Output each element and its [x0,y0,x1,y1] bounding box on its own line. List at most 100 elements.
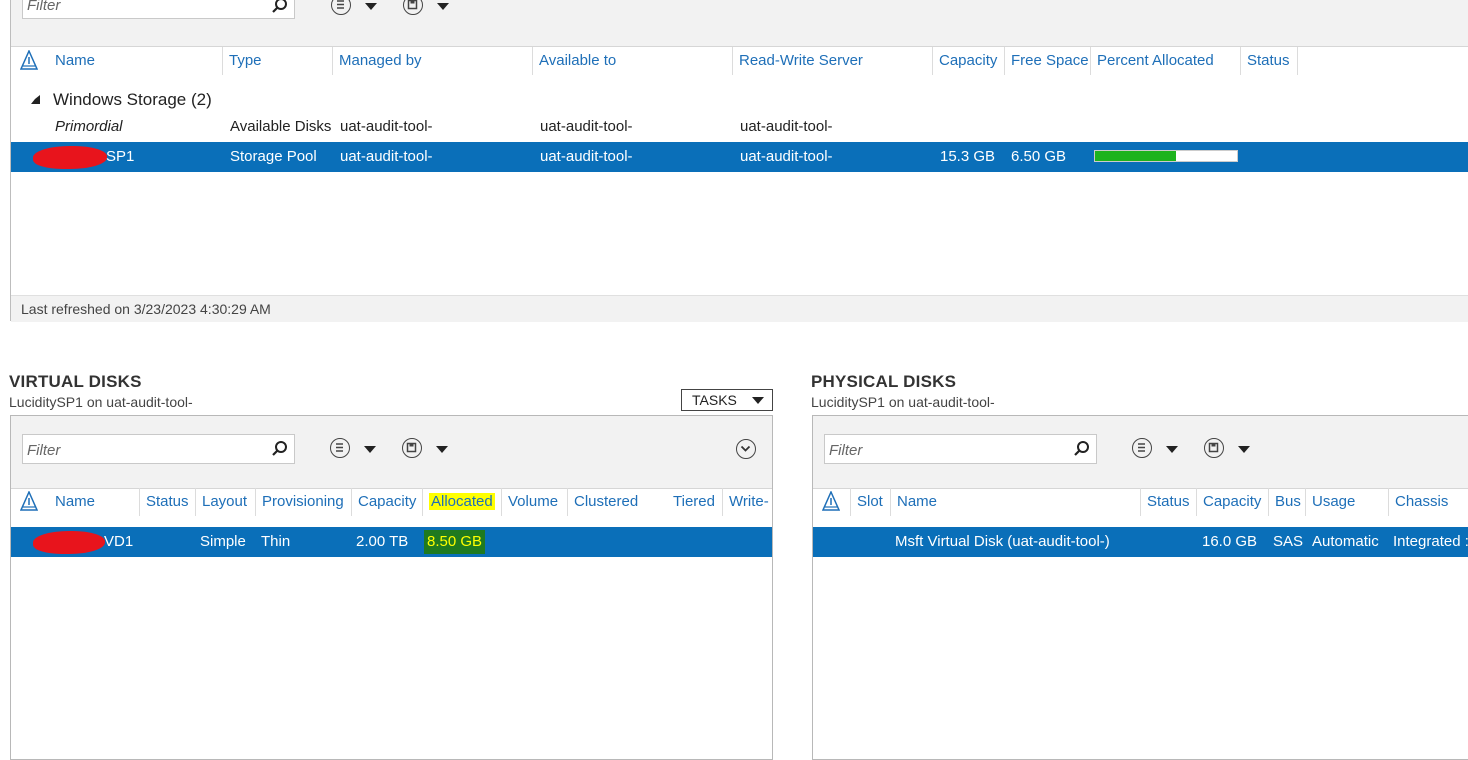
column-header-bus[interactable]: Bus [1268,488,1301,516]
list-view-icon [1132,438,1152,458]
pdisk-usage: Automatic [1312,533,1379,550]
pools-filter-field[interactable] [22,0,295,19]
column-header-read-write-server[interactable]: Read-Write Server [732,47,863,75]
virtual-disks-toolbar [11,416,772,489]
column-header-write[interactable]: Write- [722,488,772,516]
vdisk-layout: Simple [200,533,246,550]
list-view-button[interactable] [330,436,382,462]
caret-down-icon [436,446,448,453]
table-row-selected[interactable]: VD1 Simple Thin 2.00 TB 8.50 GB [11,527,772,557]
pdisk-capacity: 16.0 GB [1202,533,1258,550]
physical-disks-filter-field[interactable] [824,434,1097,464]
pdisk-chassis: Integrated : [1393,533,1468,550]
list-view-icon [331,0,351,15]
column-header-available-to[interactable]: Available to [532,47,616,75]
column-header-status[interactable]: Status [1240,47,1290,75]
pool-available-to: uat-audit-tool- [540,148,633,165]
caret-down-icon [1166,446,1178,453]
column-header-name[interactable]: Name [890,488,937,516]
expand-chevron-icon[interactable] [736,439,756,459]
table-row-selected[interactable]: Msft Virtual Disk (uat-audit-tool-) 16.0… [813,527,1468,557]
search-icon[interactable] [271,0,289,15]
percent-allocated-bar [1094,150,1238,162]
column-header-name[interactable]: Name [49,47,95,75]
column-header-usage[interactable]: Usage [1305,488,1355,516]
column-header-clustered[interactable]: Clustered [567,488,638,516]
column-header-type[interactable]: Type [222,47,262,75]
pool-type: Storage Pool [230,148,317,165]
caret-down-icon [364,446,376,453]
column-header-status[interactable]: Status [1140,488,1190,516]
pool-free-space: 6.50 GB [1011,148,1067,165]
pool-name: SP1 [106,148,135,165]
list-view-button[interactable] [331,0,383,19]
column-header-capacity[interactable]: Capacity [932,47,997,75]
search-icon[interactable] [271,440,289,458]
pools-column-header-row: Name Type Managed by Available to Read-W… [11,47,1468,75]
warning-icon[interactable] [20,50,38,70]
virtual-disks-subtitle: LuciditySP1 on uat-audit-tool- [9,394,193,410]
column-header-capacity[interactable]: Capacity [351,488,416,516]
pool-managed-by: uat-audit-tool- [340,118,433,135]
allocated-header-highlight: Allocated [429,493,495,510]
warning-icon[interactable] [20,491,38,511]
pdisk-name: Msft Virtual Disk (uat-audit-tool-) [895,533,1110,550]
last-refreshed-text: Last refreshed on 3/23/2023 4:30:29 AM [21,301,271,317]
column-header-layout[interactable]: Layout [195,488,247,516]
column-header-status[interactable]: Status [139,488,189,516]
column-header-volume[interactable]: Volume [501,488,558,516]
redaction-mark [33,146,107,169]
table-row[interactable]: Primordial Available Disks uat-audit-too… [11,112,1468,142]
physical-disks-panel: Slot Name Status Capacity Bus Usage Chas… [812,415,1468,760]
column-header-managed-by[interactable]: Managed by [332,47,422,75]
vdisk-allocated: 8.50 GB [424,530,486,554]
pools-status-bar: Last refreshed on 3/23/2023 4:30:29 AM [11,295,1468,322]
save-query-button[interactable] [402,436,454,462]
pool-type: Available Disks [230,118,332,135]
list-view-button[interactable] [1132,436,1184,462]
tasks-label: TASKS [692,392,737,408]
caret-down-icon [437,3,449,10]
column-header-tiered[interactable]: Tiered [667,488,715,516]
tasks-button[interactable]: TASKS [681,389,773,411]
pools-toolbar [11,0,1468,47]
save-icon [402,438,422,458]
virtual-disks-filter-field[interactable] [22,434,295,464]
vdisk-provisioning: Thin [261,533,291,550]
column-header-provisioning[interactable]: Provisioning [255,488,344,516]
column-header-capacity[interactable]: Capacity [1196,488,1261,516]
percent-allocated-fill [1095,151,1176,161]
pools-filter-input[interactable] [23,0,243,18]
column-header-allocated[interactable]: Allocated [422,488,495,516]
vdisk-capacity: 2.00 TB [356,533,409,550]
search-icon[interactable] [1073,440,1091,458]
save-query-button[interactable] [1204,436,1256,462]
physical-disks-toolbar [813,416,1468,489]
pool-available-to: uat-audit-tool- [540,118,633,135]
column-header-free-space[interactable]: Free Space [1004,47,1089,75]
physical-disks-column-header-row: Slot Name Status Capacity Bus Usage Chas… [813,488,1468,516]
column-header-percent-allocated[interactable]: Percent Allocated [1090,47,1214,75]
save-query-button[interactable] [403,0,455,19]
physical-disks-filter-input[interactable] [825,437,1045,463]
virtual-disks-title: VIRTUAL DISKS [9,372,142,391]
virtual-disks-column-header-row: Name Status Layout Provisioning Capacity… [11,488,772,516]
table-row-selected[interactable]: SP1 Storage Pool uat-audit-tool- uat-aud… [11,142,1468,172]
storage-pools-panel: Name Type Managed by Available to Read-W… [10,0,1468,322]
pool-name: Primordial [55,118,123,135]
list-view-icon [330,438,350,458]
collapse-triangle-icon[interactable] [31,95,40,104]
virtual-disks-filter-input[interactable] [23,437,243,463]
group-header[interactable]: Windows Storage (2) [11,85,1468,115]
vdisk-name: VD1 [104,533,134,550]
physical-disks-title: PHYSICAL DISKS [811,372,957,391]
column-header-name[interactable]: Name [49,488,95,516]
column-header-chassis[interactable]: Chassis [1388,488,1448,516]
pdisk-bus: SAS [1273,533,1304,550]
pool-managed-by: uat-audit-tool- [340,148,433,165]
group-label: Windows Storage (2) [53,90,212,109]
save-icon [1204,438,1224,458]
physical-disks-subtitle: LuciditySP1 on uat-audit-tool- [811,394,995,410]
column-header-slot[interactable]: Slot [850,488,883,516]
warning-icon[interactable] [822,491,840,511]
